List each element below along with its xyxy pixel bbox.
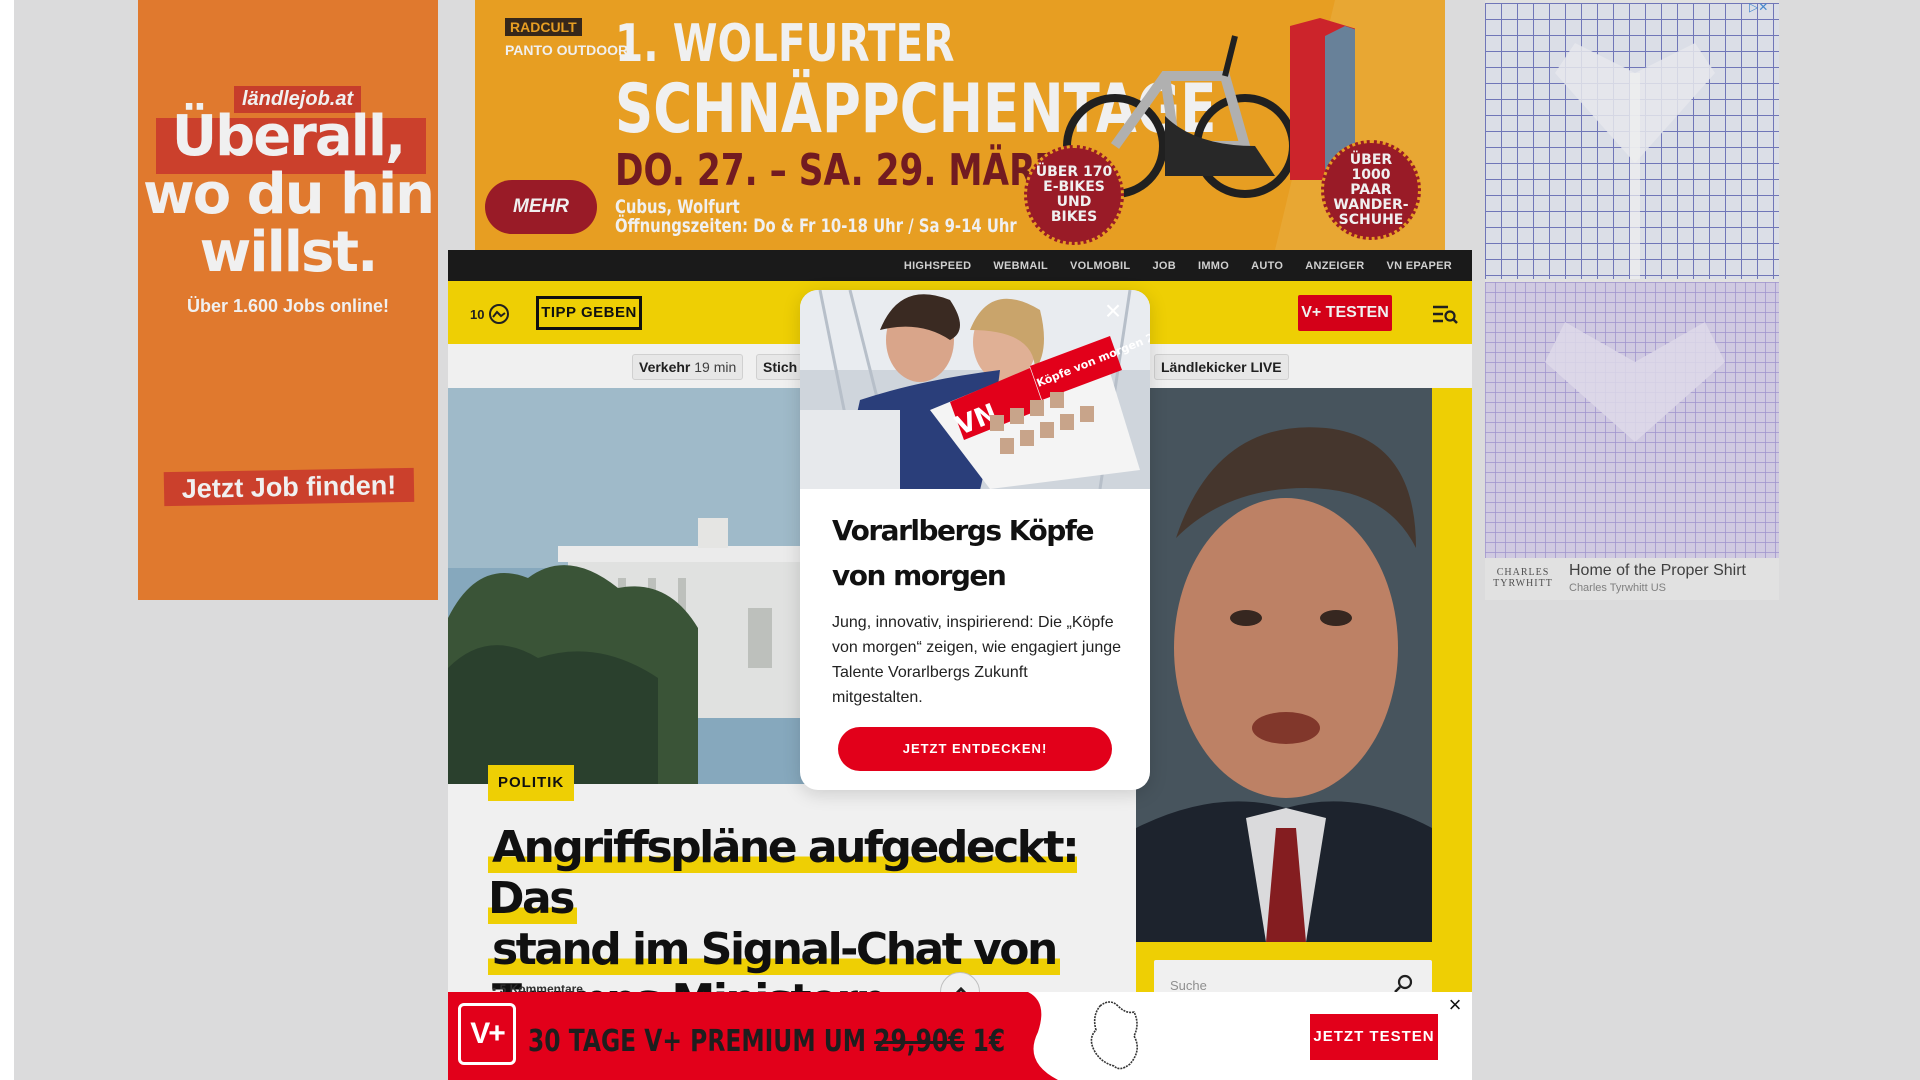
modal-title: Vorarlbergs Köpfe von morgen xyxy=(832,508,1122,598)
page: ländlejob.at Überall, wo du hin willst. … xyxy=(0,0,1920,1080)
jetzt-entdecken-button[interactable]: JETZT ENTDECKEN! xyxy=(838,727,1112,771)
jetzt-testen-button[interactable]: JETZT TESTEN xyxy=(1310,1014,1438,1060)
old-price: 29,90€ xyxy=(874,1024,965,1059)
banner-offer-text: 30 TAGE V+ PREMIUM UM 29,90€ 1€ xyxy=(528,1024,1005,1059)
modal-text: Jung, innovativ, inspirierend: Die „Köpf… xyxy=(832,614,1122,706)
vplus-logo: V+ xyxy=(458,1003,516,1065)
offer-text: 30 TAGE V+ PREMIUM UM xyxy=(528,1024,867,1059)
vorarlberg-map-icon xyxy=(1090,1001,1138,1070)
new-price: 1€ xyxy=(972,1024,1006,1059)
subscription-banner[interactable]: V+ 30 TAGE V+ PREMIUM UM 29,90€ 1€ JETZT… xyxy=(448,992,1472,1080)
modal-close-button[interactable]: × xyxy=(1098,296,1128,326)
promo-modal: VN Köpfe von morgen 2025 × Vorarlbergs K… xyxy=(800,290,1150,790)
banner-close-button[interactable]: × xyxy=(1444,994,1466,1016)
page-edge xyxy=(0,0,14,1080)
modal-title-line: von morgen xyxy=(832,559,1007,592)
modal-title-line: Vorarlbergs Köpfe xyxy=(832,514,1094,547)
